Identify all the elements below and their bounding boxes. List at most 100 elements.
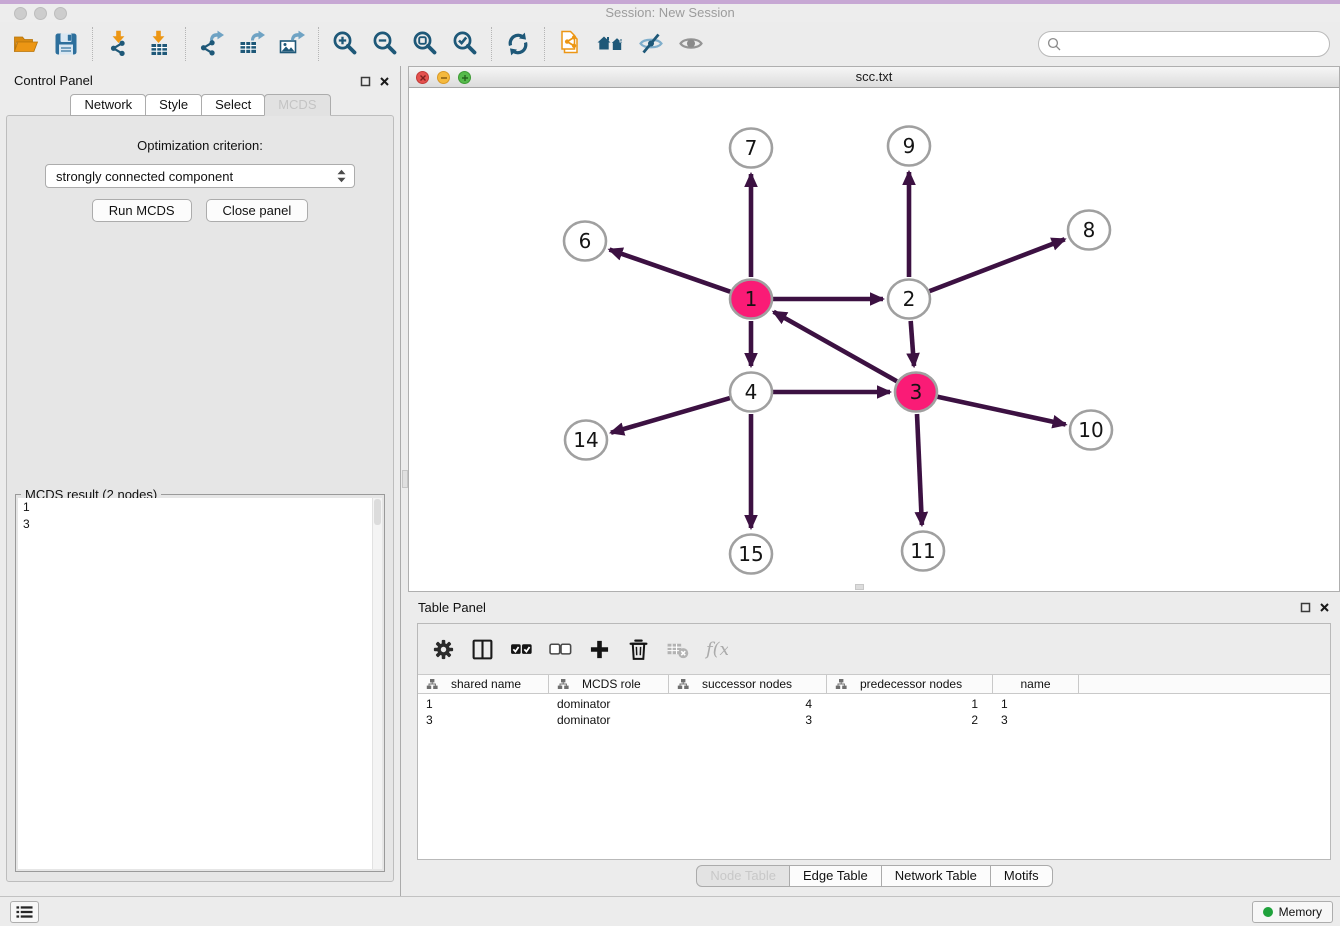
result-scrollbar[interactable] <box>372 498 382 869</box>
criterion-select[interactable]: strongly connected component <box>45 164 355 188</box>
export-image-button[interactable] <box>272 25 312 63</box>
svg-text:15: 15 <box>738 542 763 566</box>
graph-node-15[interactable]: 15 <box>730 535 772 574</box>
cell-predecessor-nodes: 1 <box>827 696 993 712</box>
first-neighbors-button[interactable] <box>591 25 631 63</box>
houses-icon <box>597 30 625 58</box>
column-header-successor-nodes[interactable]: successor nodes <box>669 675 827 693</box>
import-table-from-file-button[interactable] <box>139 25 179 63</box>
mcds-panel-body: Optimization criterion: strongly connect… <box>6 115 394 882</box>
network-close-button[interactable] <box>416 71 429 84</box>
panel-divider[interactable] <box>400 66 408 896</box>
list-icon <box>16 905 33 919</box>
zoom-in-button[interactable] <box>325 25 365 63</box>
export-network-icon <box>198 30 226 58</box>
table-tab-motifs[interactable]: Motifs <box>990 865 1053 887</box>
export-network-button[interactable] <box>192 25 232 63</box>
edge-3-1[interactable] <box>774 312 897 381</box>
minimize-icon <box>440 74 448 82</box>
column-header-shared-name[interactable]: shared name <box>418 675 549 693</box>
zoom-out-icon <box>371 30 399 58</box>
floppy-save-icon <box>52 30 80 58</box>
column-header-MCDS-role[interactable]: MCDS role <box>549 675 669 693</box>
table-settings-button[interactable] <box>430 636 457 663</box>
float-table-panel-icon[interactable] <box>1300 600 1311 611</box>
graph-node-9[interactable]: 9 <box>888 127 930 166</box>
window-close-button[interactable] <box>14 7 27 20</box>
tree-icon <box>426 678 438 690</box>
control-tab-mcds[interactable]: MCDS <box>264 94 330 116</box>
window-minimize-button[interactable] <box>34 7 47 20</box>
delete-entry-button[interactable] <box>625 636 652 663</box>
close-panel-icon[interactable] <box>379 74 390 85</box>
edge-2-8[interactable] <box>930 239 1065 291</box>
svg-text:4: 4 <box>745 380 758 404</box>
network-minimize-button[interactable] <box>437 71 450 84</box>
graph-node-1[interactable]: 1 <box>730 280 772 319</box>
columns-icon <box>471 638 494 661</box>
graph-node-4[interactable]: 4 <box>730 373 772 412</box>
graph-node-6[interactable]: 6 <box>564 222 606 261</box>
float-panel-icon[interactable] <box>360 74 371 85</box>
zoom-fit-button[interactable] <box>405 25 445 63</box>
column-header-name[interactable]: name <box>993 675 1079 693</box>
network-zoom-button[interactable] <box>458 71 471 84</box>
status-bar: Memory <box>0 896 1340 926</box>
run-mcds-button[interactable]: Run MCDS <box>92 199 192 222</box>
canvas-scroll-thumb[interactable] <box>855 584 864 590</box>
network-window-titlebar: scc.txt <box>409 67 1339 88</box>
export-table-button[interactable] <box>232 25 272 63</box>
save-session-button[interactable] <box>46 25 86 63</box>
window-zoom-button[interactable] <box>54 7 67 20</box>
open-session-button[interactable] <box>6 25 46 63</box>
graph-node-8[interactable]: 8 <box>1068 211 1110 250</box>
zoom-selected-button[interactable] <box>445 25 485 63</box>
show-all-button[interactable] <box>671 25 711 63</box>
edge-2-3[interactable] <box>911 321 914 366</box>
control-tab-style[interactable]: Style <box>145 94 202 116</box>
svg-text:1: 1 <box>745 287 758 311</box>
table-tab-edge-table[interactable]: Edge Table <box>789 865 882 887</box>
add-entry-button[interactable] <box>586 636 613 663</box>
graph-node-2[interactable]: 2 <box>888 280 930 319</box>
new-network-from-selection-button[interactable] <box>551 25 591 63</box>
graph-node-14[interactable]: 14 <box>565 421 607 460</box>
table-tab-network-table[interactable]: Network Table <box>881 865 991 887</box>
edge-3-10[interactable] <box>938 397 1066 425</box>
graph-node-10[interactable]: 10 <box>1070 411 1112 450</box>
hide-selected-button[interactable] <box>631 25 671 63</box>
gear-icon <box>432 638 455 661</box>
table-row-2[interactable]: 3dominator323 <box>418 712 1330 728</box>
memory-button[interactable]: Memory <box>1252 901 1333 923</box>
select-all-checkboxes-button[interactable] <box>508 636 535 663</box>
edge-4-14[interactable] <box>611 398 730 433</box>
mcds-result-text[interactable]: 1 3 <box>18 498 372 869</box>
refresh-view-button[interactable] <box>498 25 538 63</box>
svg-text:14: 14 <box>573 428 598 452</box>
edge-3-11[interactable] <box>917 414 922 525</box>
column-header-predecessor-nodes[interactable]: predecessor nodes <box>827 675 993 693</box>
import-network-from-file-button[interactable] <box>99 25 139 63</box>
network-canvas[interactable]: 7 9 6 8 1 2 4 3 14 10 15 11 <box>409 89 1339 591</box>
graph-node-3[interactable]: 3 <box>895 373 937 412</box>
show-columns-button[interactable] <box>469 636 496 663</box>
table-row-1[interactable]: 1dominator411 <box>418 696 1330 712</box>
task-history-button[interactable] <box>10 901 39 923</box>
eye-icon <box>677 30 705 58</box>
search-input[interactable] <box>1067 34 1321 54</box>
close-table-panel-icon[interactable] <box>1319 600 1330 611</box>
deselect-all-checkboxes-button[interactable] <box>547 636 574 663</box>
search-box[interactable] <box>1038 31 1330 57</box>
zoom-out-button[interactable] <box>365 25 405 63</box>
control-tab-select[interactable]: Select <box>201 94 265 116</box>
graph-node-7[interactable]: 7 <box>730 129 772 168</box>
graph-node-11[interactable]: 11 <box>902 532 944 571</box>
cell-shared-name: 3 <box>418 712 549 728</box>
svg-text:3: 3 <box>910 380 923 404</box>
control-tab-network[interactable]: Network <box>70 94 146 116</box>
close-panel-button[interactable]: Close panel <box>206 199 309 222</box>
destroy-table-button <box>664 636 691 663</box>
table-tab-node-table[interactable]: Node Table <box>696 865 790 887</box>
refresh-icon <box>504 30 532 58</box>
edge-1-6[interactable] <box>610 250 731 292</box>
